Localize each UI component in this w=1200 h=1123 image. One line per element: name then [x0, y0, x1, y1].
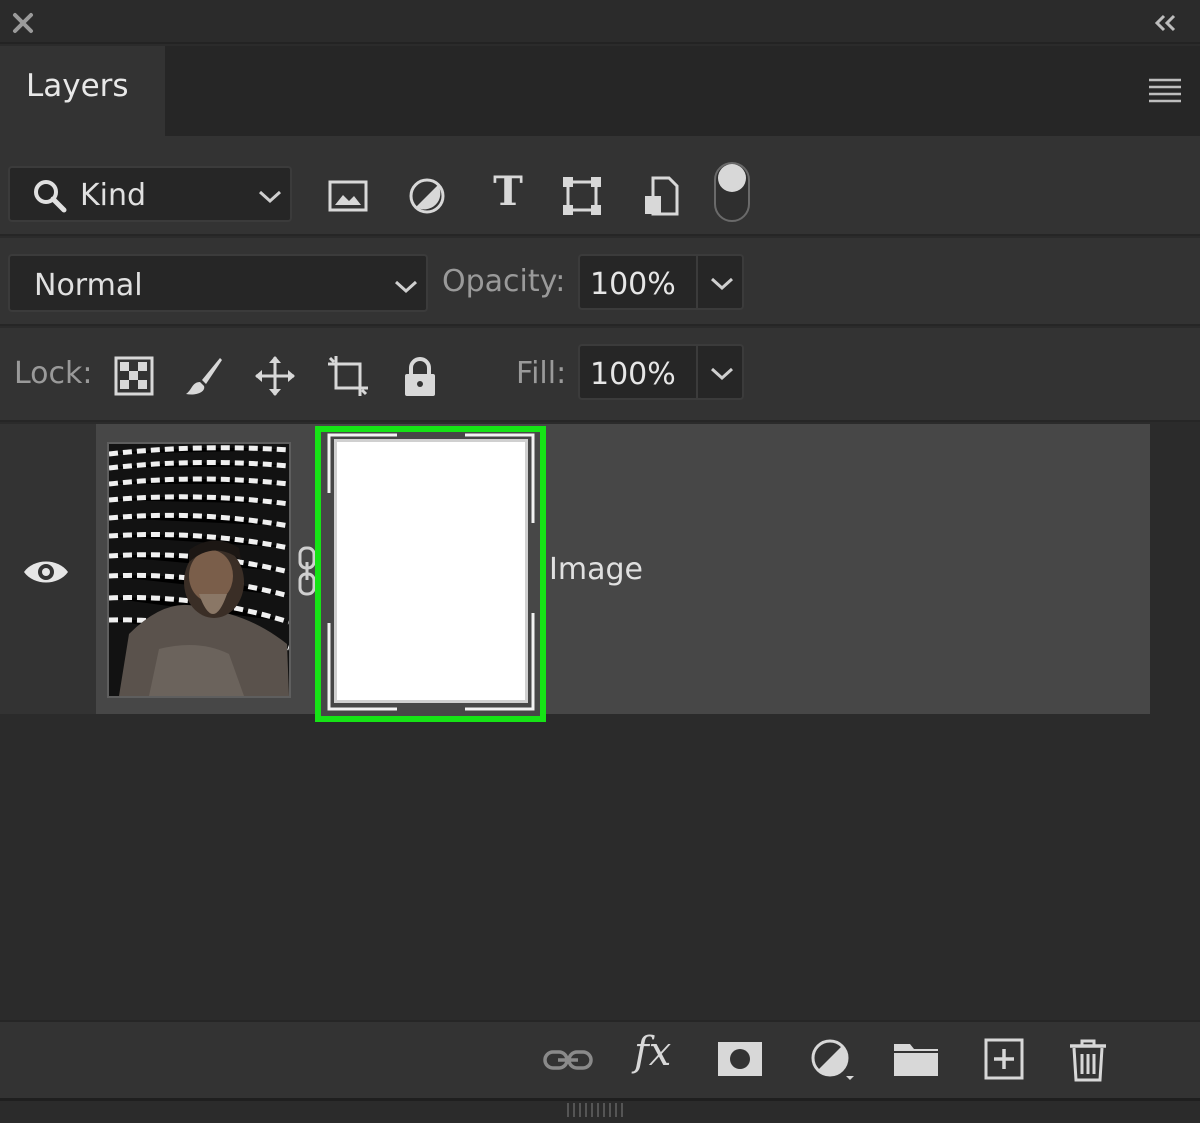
filter-kind-label: Kind — [80, 178, 147, 213]
new-layer-icon[interactable] — [978, 1036, 1030, 1084]
layers-list: Image — [0, 424, 1200, 1020]
opacity-label: Opacity: — [442, 264, 566, 299]
add-mask-icon[interactable] — [714, 1036, 766, 1084]
lock-artboard-icon[interactable] — [326, 354, 370, 398]
group-folder-icon[interactable] — [890, 1036, 942, 1084]
fill-value: 100% — [590, 357, 676, 392]
mask-selection-corners — [327, 433, 535, 711]
lock-position-move-icon[interactable] — [253, 354, 297, 398]
smart-object-filter-icon[interactable] — [639, 174, 683, 218]
eye-icon[interactable] — [22, 556, 70, 588]
layer-row[interactable]: Image — [0, 424, 1150, 722]
panel-top-bar — [0, 0, 1200, 44]
lock-transparent-pixels-icon[interactable] — [112, 354, 156, 398]
lock-all-icon[interactable] — [398, 354, 442, 398]
opacity-value: 100% — [590, 267, 676, 302]
layers-bottom-toolbar: fx — [0, 1020, 1200, 1098]
fill-field[interactable]: 100% — [578, 344, 744, 400]
layer-filter-row: Kind T — [0, 136, 1200, 236]
adjustment-layer-filter-icon[interactable] — [405, 174, 449, 218]
opacity-separator — [696, 256, 698, 308]
link-layers-icon[interactable] — [542, 1036, 594, 1084]
chevron-down-icon — [258, 190, 282, 204]
pixel-layer-filter-icon[interactable] — [326, 174, 370, 218]
collapse-panel-icon[interactable] — [1150, 10, 1180, 36]
panel-resize-strip[interactable] — [0, 1098, 1200, 1123]
type-layer-filter-icon[interactable]: T — [486, 170, 530, 214]
chevron-down-icon[interactable] — [710, 367, 734, 381]
resize-grip-icon[interactable] — [565, 1103, 627, 1117]
panel-menu-icon[interactable] — [1148, 76, 1182, 104]
blend-row: Normal Opacity: 100% — [0, 238, 1200, 326]
chevron-down-icon — [394, 280, 418, 294]
adjustment-layer-icon[interactable] — [806, 1036, 858, 1084]
layer-mask-thumbnail-highlight[interactable] — [315, 426, 546, 722]
blend-mode-value: Normal — [34, 268, 143, 303]
toggle-knob — [718, 164, 746, 192]
layer-style-fx-icon[interactable]: fx — [634, 1028, 686, 1076]
search-icon — [34, 180, 67, 213]
lock-row: Lock: Fill: 100% — [0, 328, 1200, 422]
panel-tab-row: Layers — [0, 46, 1200, 136]
visibility-column — [0, 424, 96, 714]
shape-layer-filter-icon[interactable] — [560, 174, 604, 218]
layer-name[interactable]: Image — [549, 552, 643, 587]
filter-toggle-switch[interactable] — [714, 162, 750, 222]
lock-label: Lock: — [14, 356, 93, 391]
fill-separator — [696, 346, 698, 398]
trash-icon[interactable] — [1062, 1036, 1114, 1084]
fill-label: Fill: — [516, 356, 567, 391]
lock-image-pixels-brush-icon[interactable] — [182, 354, 226, 398]
layer-thumbnail-image — [109, 444, 289, 696]
tab-layers-label: Layers — [26, 68, 129, 104]
chevron-down-icon[interactable] — [710, 277, 734, 291]
filter-kind-select[interactable]: Kind — [8, 166, 292, 222]
opacity-field[interactable]: 100% — [578, 254, 744, 310]
blend-mode-select[interactable]: Normal — [8, 254, 428, 312]
tab-layers[interactable]: Layers — [0, 46, 165, 136]
layer-thumbnail[interactable] — [107, 442, 291, 698]
close-icon[interactable] — [10, 10, 36, 36]
